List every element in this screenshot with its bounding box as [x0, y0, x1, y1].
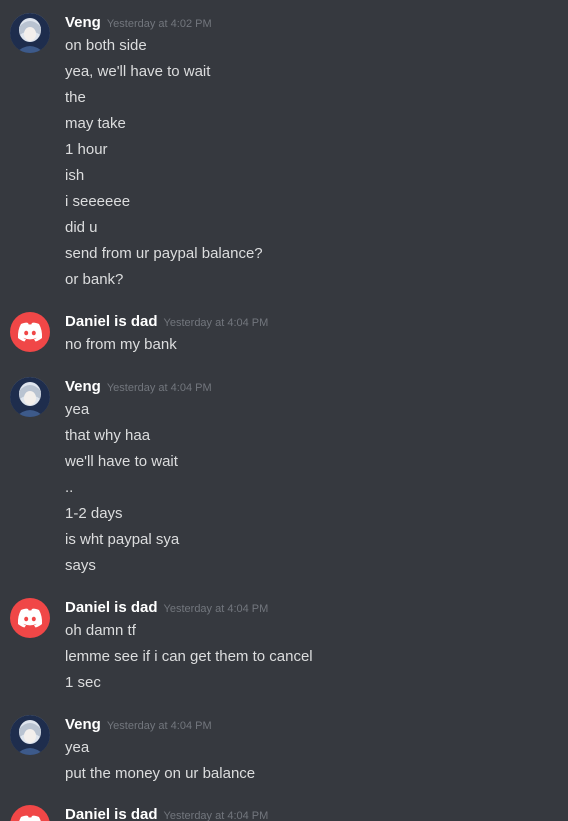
message-text: did u — [65, 219, 98, 236]
anime-avatar-icon — [10, 13, 50, 53]
timestamp: Yesterday at 4:04 PM — [163, 810, 269, 821]
message-text: or bank? — [65, 271, 124, 288]
username[interactable]: Daniel is dad — [65, 599, 158, 616]
timestamp: Yesterday at 4:04 PM — [163, 317, 269, 329]
message-lines: no from my bank — [65, 332, 545, 358]
message-header: Veng Yesterday at 4:04 PM — [65, 715, 212, 735]
timestamp: Yesterday at 4:04 PM — [163, 603, 269, 615]
timestamp: Yesterday at 4:04 PM — [106, 382, 212, 394]
message-text: 1 hour — [65, 141, 108, 158]
message-text: that why haa — [65, 427, 151, 444]
message-lines: yea put the money on ur balance — [65, 735, 545, 787]
username[interactable]: Veng — [65, 716, 101, 733]
message-text: put the money on ur balance — [65, 765, 256, 782]
username[interactable]: Veng — [65, 378, 101, 395]
anime-avatar-icon — [10, 715, 50, 755]
message-text: lemme see if i can get them to cancel — [65, 648, 313, 665]
username[interactable]: Daniel is dad — [65, 806, 158, 821]
user-avatar[interactable] — [10, 598, 50, 638]
message-text: yea, we'll have to wait — [65, 63, 211, 80]
message-text: oh damn tf — [65, 622, 136, 639]
message-header: Daniel is dad Yesterday at 4:04 PM — [65, 598, 268, 618]
discord-logo-icon — [17, 608, 43, 628]
timestamp: Yesterday at 4:02 PM — [106, 18, 212, 30]
message-header: Daniel is dad Yesterday at 4:04 PM — [65, 805, 268, 821]
message-text: 1-2 days — [65, 505, 123, 522]
message-text: the — [65, 89, 86, 106]
message-text: is wht paypal sya — [65, 531, 180, 548]
message-header: Veng Yesterday at 4:02 PM — [65, 13, 212, 33]
message-text: yea — [65, 739, 90, 756]
message-text: says — [65, 557, 96, 574]
user-avatar[interactable] — [10, 715, 50, 755]
message-text: on both side — [65, 37, 147, 54]
user-avatar[interactable] — [10, 312, 50, 352]
message-text: ish — [65, 167, 85, 184]
message-text: i seeeeee — [65, 193, 131, 210]
message-text: may take — [65, 115, 126, 132]
username[interactable]: Veng — [65, 14, 101, 31]
message-text: send from ur paypal balance? — [65, 245, 263, 262]
username[interactable]: Daniel is dad — [65, 313, 158, 330]
user-avatar[interactable] — [10, 805, 50, 821]
discord-logo-icon — [19, 815, 41, 821]
user-avatar[interactable] — [10, 377, 50, 417]
user-avatar[interactable] — [10, 13, 50, 53]
message-text: we'll have to wait — [65, 453, 178, 470]
message-text: no from my bank — [65, 336, 177, 353]
anime-avatar-icon — [10, 377, 50, 417]
discord-logo-icon — [17, 322, 43, 342]
message-lines: yea that why haa we'll have to wait .. 1… — [65, 397, 545, 579]
message-header: Veng Yesterday at 4:04 PM — [65, 377, 212, 397]
timestamp: Yesterday at 4:04 PM — [106, 720, 212, 732]
message-text: yea — [65, 401, 90, 418]
message-header: Daniel is dad Yesterday at 4:04 PM — [65, 312, 268, 332]
message-lines: on both side yea, we'll have to wait the… — [65, 33, 545, 293]
message-text: .. — [65, 479, 74, 496]
message-lines: oh damn tf lemme see if i can get them t… — [65, 618, 545, 696]
message-text: 1 sec — [65, 674, 101, 691]
